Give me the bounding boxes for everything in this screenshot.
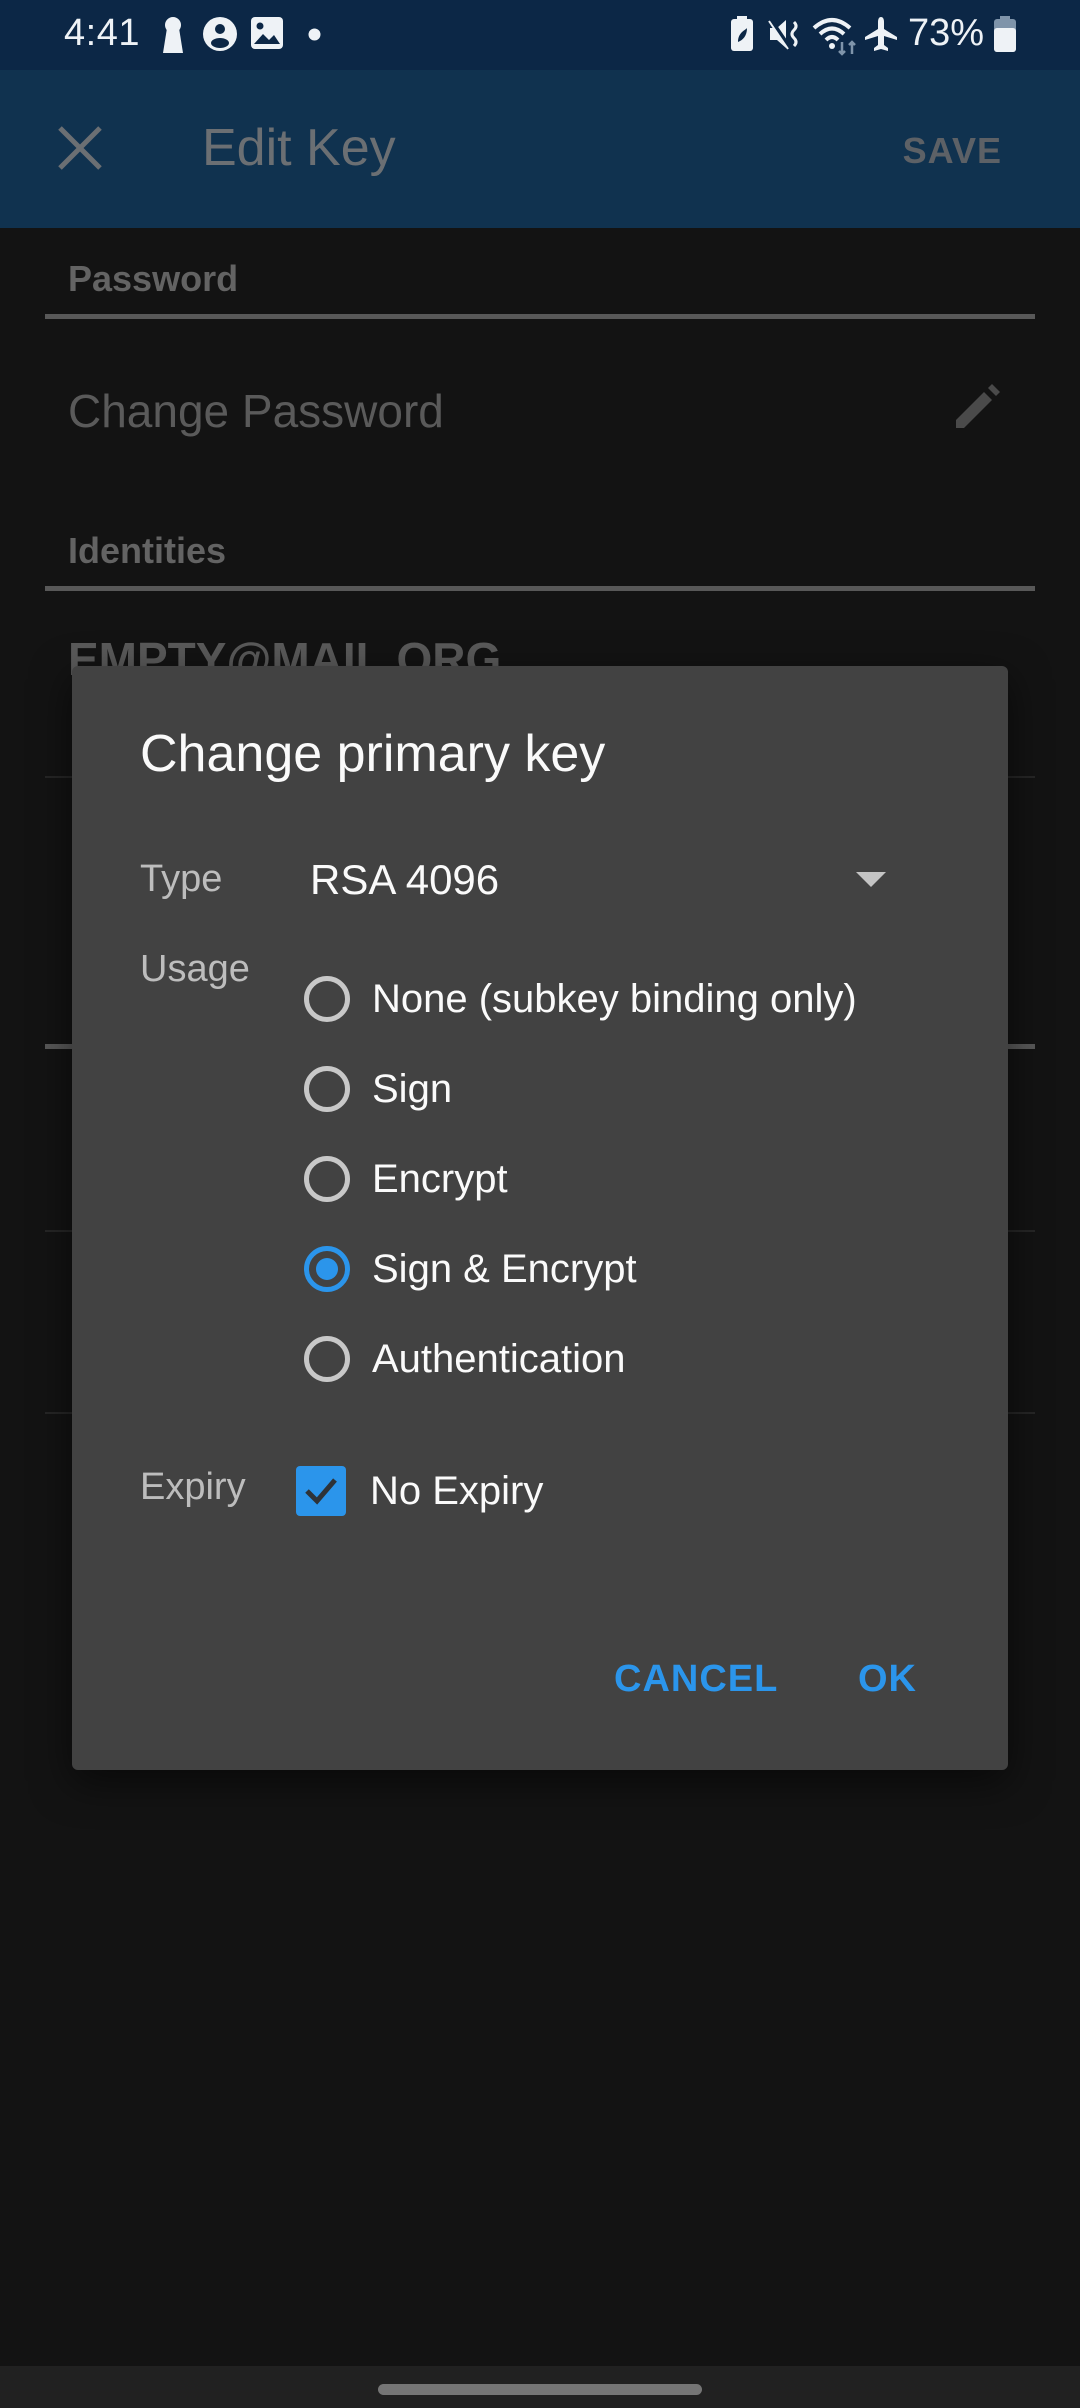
radio-label: Sign — [372, 1066, 453, 1111]
cancel-button[interactable]: CANCEL — [602, 1648, 790, 1711]
battery-percent: 73% — [907, 12, 984, 54]
wifi-data-icon — [812, 16, 864, 56]
usage-label: Usage — [140, 948, 250, 990]
section-divider — [45, 314, 1035, 319]
radio-label: Sign & Encrypt — [372, 1246, 637, 1291]
image-icon — [250, 16, 284, 50]
usage-option-encrypt[interactable]: Encrypt — [292, 1134, 857, 1224]
dialog-title: Change primary key — [140, 725, 606, 783]
section-divider — [45, 586, 1035, 591]
usage-option-none[interactable]: None (subkey binding only) — [292, 954, 857, 1044]
usage-option-sign-encrypt[interactable]: Sign & Encrypt — [292, 1224, 857, 1314]
account-circle-icon — [202, 16, 238, 52]
airplane-mode-icon — [864, 16, 898, 52]
radio-label: Encrypt — [372, 1156, 508, 1201]
change-password-label: Change Password — [68, 385, 444, 437]
radio-button[interactable] — [304, 1156, 350, 1202]
status-time: 4:41 — [64, 12, 140, 54]
battery-icon — [994, 16, 1016, 52]
expiry-label: Expiry — [140, 1466, 246, 1508]
pencil-icon[interactable] — [948, 380, 1004, 441]
ok-button[interactable]: OK — [846, 1648, 929, 1711]
keyhole-icon — [160, 16, 186, 54]
password-section-header: Password — [68, 258, 239, 299]
notification-dot-icon — [308, 28, 321, 41]
type-label: Type — [140, 858, 223, 900]
dropdown-arrow-icon — [856, 872, 886, 887]
usage-option-sign[interactable]: Sign — [292, 1044, 857, 1134]
identities-section-header: Identities — [68, 530, 227, 571]
checkmark-icon — [305, 1478, 337, 1505]
battery-saver-icon — [730, 16, 754, 52]
key-type-value: RSA 4096 — [310, 856, 500, 903]
usage-option-authentication[interactable]: Authentication — [292, 1314, 857, 1404]
vibrate-mute-icon — [768, 16, 802, 52]
status-bar: 4:41 73% — [0, 0, 1080, 70]
home-gesture-handle[interactable] — [378, 2384, 702, 2395]
usage-radio-group: None (subkey binding only) Sign Encrypt … — [292, 954, 857, 1404]
no-expiry-label: No Expiry — [370, 1468, 544, 1513]
app-bar: Edit Key SAVE — [0, 70, 1080, 228]
no-expiry-checkbox[interactable] — [296, 1466, 346, 1516]
change-primary-key-dialog: Change primary key Type RSA 4096 Usage N… — [72, 666, 1008, 1770]
save-button[interactable]: SAVE — [903, 130, 1002, 172]
page-title: Edit Key — [202, 119, 396, 177]
radio-button[interactable] — [304, 976, 350, 1022]
no-expiry-checkbox-row[interactable]: No Expiry — [296, 1456, 543, 1526]
radio-button-selected[interactable] — [304, 1246, 350, 1292]
radio-label: Authentication — [372, 1336, 626, 1381]
close-icon[interactable] — [52, 120, 108, 176]
navigation-bar — [0, 2366, 1080, 2408]
radio-button[interactable] — [304, 1066, 350, 1112]
radio-button[interactable] — [304, 1336, 350, 1382]
radio-label: None (subkey binding only) — [372, 976, 857, 1021]
